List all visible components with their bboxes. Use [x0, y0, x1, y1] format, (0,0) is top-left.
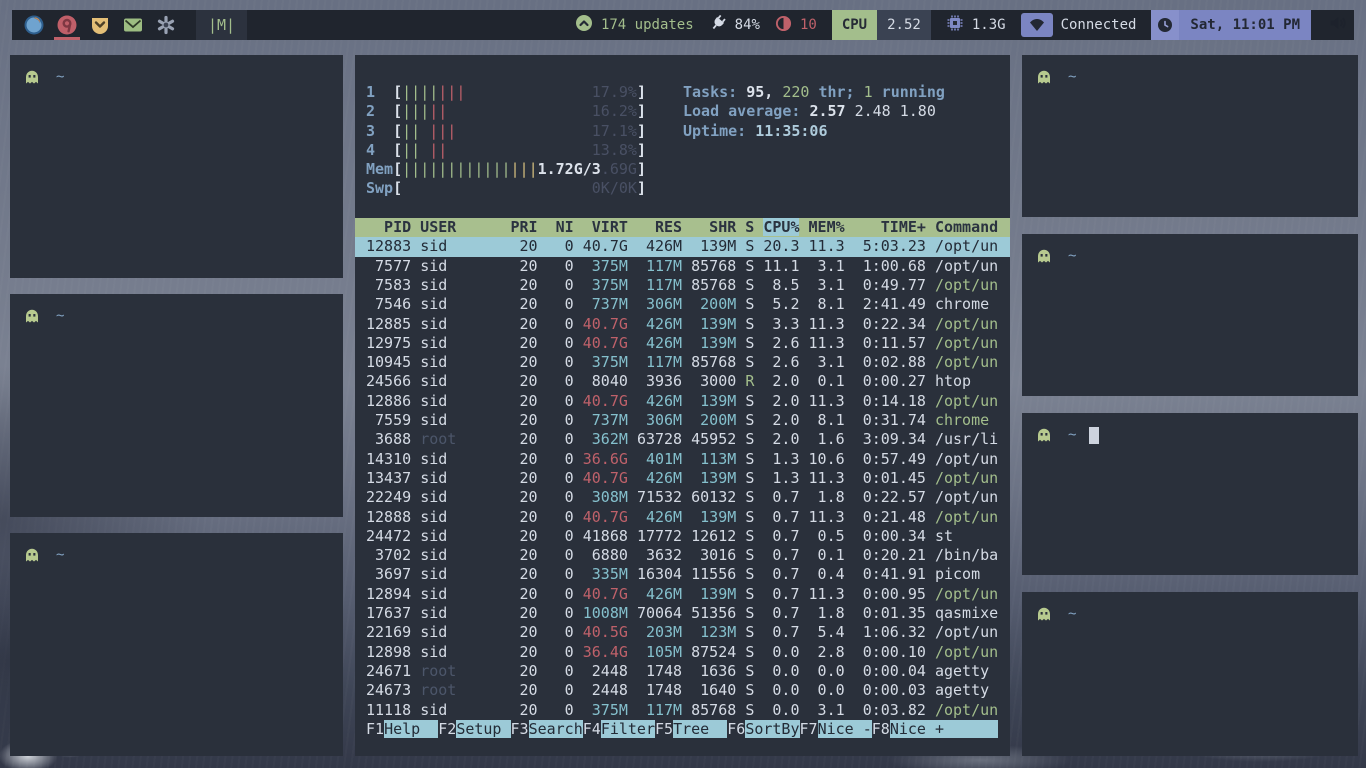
cpu-value: 2.52 — [877, 10, 931, 40]
process-row[interactable]: 14310 sid 20 0 36.6G 401M 113M S 1.3 10.… — [366, 450, 999, 469]
cwd-label: ~ — [1068, 606, 1076, 622]
process-row[interactable]: 7559 sid 20 0 737M 306M 200M S 2.0 8.1 0… — [366, 411, 999, 430]
cwd-label: ~ — [56, 69, 64, 85]
volume-indicator[interactable] — [1328, 14, 1354, 36]
shell-prompt: ~ — [10, 533, 343, 564]
terminal-window-right-3-focused[interactable]: ~ — [1022, 413, 1358, 575]
ghost-prompt-icon — [1036, 248, 1052, 264]
function-key-bar[interactable]: F1Help F2Setup F3SearchF4FilterF5Tree F6… — [366, 720, 999, 739]
htop-output: 1 [||||||| 17.9%]2 [||||| 16.2%]3 [|| ||… — [355, 55, 1010, 739]
cwd-label: ~ — [56, 308, 64, 324]
memory-value: 1.3G — [972, 17, 1006, 33]
contrast-value: 10 — [800, 17, 817, 33]
shell-prompt: ~ — [1022, 592, 1358, 623]
process-row[interactable]: 7546 sid 20 0 737M 306M 200M S 5.2 8.1 2… — [366, 295, 999, 314]
tasks-line: Tasks: 95, 220 thr; 1 running — [683, 83, 945, 102]
process-row[interactable]: 24673 root 20 0 2448 1748 1640 S 0.0 0.0… — [366, 681, 999, 700]
process-row[interactable]: 13437 sid 20 0 40.7G 426M 139M S 1.3 11.… — [366, 469, 999, 488]
process-row[interactable]: 17637 sid 20 0 1008M 70064 51356 S 0.7 1… — [366, 604, 999, 623]
ghost-prompt-icon — [24, 69, 40, 85]
settings-icon[interactable] — [155, 10, 177, 40]
terminal-window-right-2[interactable]: ~ — [1022, 234, 1358, 396]
cpu-meter: 4 [|| || 13.8%] — [366, 141, 999, 160]
clock-indicator[interactable]: Sat, 11:01 PM — [1151, 10, 1311, 40]
clock-icon — [1151, 10, 1179, 40]
process-row[interactable]: 22249 sid 20 0 308M 71532 60132 S 0.7 1.… — [366, 488, 999, 507]
cpu-indicator[interactable]: CPU 2.52 — [832, 10, 931, 40]
updates-label: 174 updates — [601, 17, 694, 33]
wifi-icon — [1021, 13, 1053, 37]
process-row[interactable]: 12975 sid 20 0 40.7G 426M 139M S 2.6 11.… — [366, 334, 999, 353]
load-line: Load average: 2.57 2.48 1.80 — [683, 102, 945, 121]
blank-line — [366, 199, 999, 218]
process-row[interactable]: 3697 sid 20 0 335M 16304 11556 S 0.7 0.4… — [366, 565, 999, 584]
ghost-prompt-icon — [24, 308, 40, 324]
shell-prompt: ~ — [10, 294, 343, 325]
ghost-prompt-icon — [1036, 606, 1052, 622]
uptime-line: Uptime: 11:35:06 — [683, 122, 945, 141]
cwd-label: ~ — [1068, 69, 1076, 85]
updates-icon — [575, 14, 593, 36]
process-row[interactable]: 11118 sid 20 0 375M 117M 85768 S 0.0 3.1… — [366, 701, 999, 720]
process-row[interactable]: 3688 root 20 0 362M 63728 45952 S 2.0 1.… — [366, 430, 999, 449]
process-row[interactable]: 3702 sid 20 0 6880 3632 3016 S 0.7 0.1 0… — [366, 546, 999, 565]
memory-meter: Mem[|||||||||||||||1.72G/3.69G] — [366, 160, 999, 179]
network-status: Connected — [1061, 17, 1137, 33]
process-row[interactable]: 12894 sid 20 0 40.7G 426M 139M S 0.7 11.… — [366, 585, 999, 604]
shell-prompt: ~ — [1022, 55, 1358, 86]
process-row[interactable]: 12885 sid 20 0 40.7G 426M 139M S 3.3 11.… — [366, 315, 999, 334]
speaker-icon — [1328, 14, 1348, 36]
process-row[interactable]: 12883 sid 20 0 40.7G 426M 139M S 20.3 11… — [355, 237, 1010, 256]
workspace-indicator[interactable]: |M| — [196, 10, 247, 40]
cpu-label: CPU — [832, 10, 877, 40]
datetime-label: Sat, 11:01 PM — [1179, 10, 1311, 40]
process-row[interactable]: 24671 root 20 0 2448 1748 1636 S 0.0 0.0… — [366, 662, 999, 681]
cwd-label: ~ — [1068, 248, 1076, 264]
firefox-icon[interactable] — [23, 10, 45, 40]
htop-terminal-window[interactable]: 1 [||||||| 17.9%]2 [||||| 16.2%]3 [|| ||… — [355, 55, 1010, 756]
desktop: { "bar": { "taskbar": { "icons": ["firef… — [0, 0, 1366, 768]
shell-prompt: ~ — [1022, 413, 1358, 444]
process-row[interactable]: 22169 sid 20 0 40.5G 203M 123M S 0.7 5.4… — [366, 623, 999, 642]
power-percent: 84% — [735, 17, 760, 33]
pocket-icon[interactable] — [89, 10, 111, 40]
contrast-icon — [775, 15, 792, 36]
mail-icon[interactable] — [122, 10, 144, 40]
cwd-label: ~ — [1068, 427, 1076, 443]
memory-indicator[interactable]: 1.3G — [946, 10, 1006, 40]
network-indicator[interactable]: Connected — [1021, 10, 1137, 40]
plug-icon — [709, 14, 727, 36]
power-indicator[interactable]: 84% — [709, 10, 760, 40]
process-row[interactable]: 24472 sid 20 0 41868 17772 12612 S 0.7 0… — [366, 527, 999, 546]
process-table-header[interactable]: PID USER PRI NI VIRT RES SHR S CPU% MEM%… — [355, 218, 1010, 237]
terminal-window-right-1[interactable]: ~ — [1022, 55, 1358, 217]
process-row[interactable]: 12888 sid 20 0 40.7G 426M 139M S 0.7 11.… — [366, 508, 999, 527]
status-indicators: 174 updates 84% 10 CPU 2.52 1.3G Connect… — [575, 10, 1354, 40]
terminal-window-left-1[interactable]: ~ — [10, 55, 343, 278]
process-row[interactable]: 24566 sid 20 0 8040 3936 3000 R 2.0 0.1 … — [366, 372, 999, 391]
shell-prompt: ~ — [1022, 234, 1358, 265]
ghost-prompt-icon — [24, 547, 40, 563]
updates-indicator[interactable]: 174 updates — [575, 10, 694, 40]
ghost-prompt-icon — [1036, 427, 1052, 443]
terminal-window-left-2[interactable]: ~ — [10, 294, 343, 517]
contrast-indicator[interactable]: 10 — [775, 10, 817, 40]
taskbar: |M| — [12, 10, 247, 40]
process-row[interactable]: 7577 sid 20 0 375M 117M 85768 S 11.1 3.1… — [366, 257, 999, 276]
process-row[interactable]: 12898 sid 20 0 36.4G 105M 87524 S 0.0 2.… — [366, 643, 999, 662]
swap-meter: Swp[ 0K/0K] — [366, 179, 999, 198]
process-row[interactable]: 12886 sid 20 0 40.7G 426M 139M S 2.0 11.… — [366, 392, 999, 411]
terminal-window-left-3[interactable]: ~ — [10, 533, 343, 756]
red-browser-icon[interactable] — [56, 10, 78, 40]
memory-chip-icon — [946, 14, 964, 36]
shell-prompt: ~ — [10, 55, 343, 86]
process-row[interactable]: 7583 sid 20 0 375M 117M 85768 S 8.5 3.1 … — [366, 276, 999, 295]
text-cursor[interactable] — [1089, 427, 1099, 444]
cwd-label: ~ — [56, 547, 64, 563]
status-bar: |M| 174 updates 84% 10 CPU 2.52 1.3G Con… — [12, 10, 1354, 40]
process-row[interactable]: 10945 sid 20 0 375M 117M 85768 S 2.6 3.1… — [366, 353, 999, 372]
terminal-window-right-4[interactable]: ~ — [1022, 592, 1358, 756]
htop-summary: Tasks: 95, 220 thr; 1 runningLoad averag… — [683, 83, 945, 141]
ghost-prompt-icon — [1036, 69, 1052, 85]
